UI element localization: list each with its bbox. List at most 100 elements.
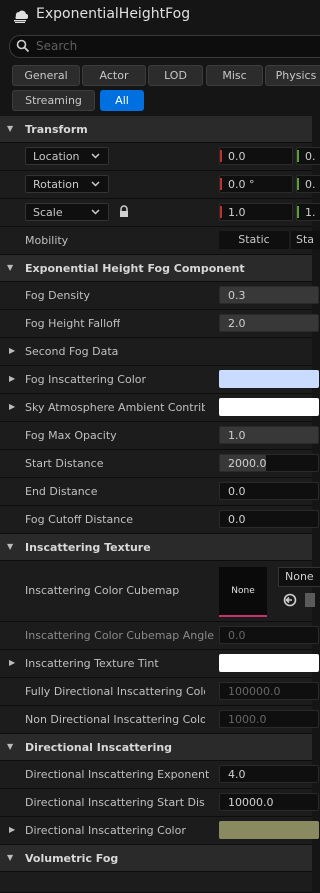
- directional-color-swatch[interactable]: [219, 821, 319, 839]
- dropdown-label: Scale: [33, 206, 63, 219]
- scale-dropdown[interactable]: Scale: [25, 203, 109, 221]
- dropdown-label: Rotation: [33, 178, 80, 191]
- value: 10000.0: [228, 796, 274, 809]
- collapse-arrow-icon: ▼: [7, 853, 14, 862]
- location-x-field[interactable]: 0.0: [219, 147, 293, 165]
- row-inscattering-color-cubemap: Inscattering Color Cubemap None None: [0, 561, 320, 622]
- filter-lod[interactable]: LOD: [148, 65, 203, 86]
- collapse-arrow-icon: ▼: [7, 742, 14, 751]
- row-location: Location 0.0 0.: [0, 143, 320, 171]
- dropdown-label: Location: [33, 150, 80, 163]
- collapse-arrow-icon: ▼: [7, 124, 14, 133]
- filter-actor[interactable]: Actor: [82, 65, 146, 86]
- value: 1.0: [228, 206, 246, 219]
- category-directional-inscattering[interactable]: ▼ Directional Inscattering: [0, 734, 312, 761]
- filter-all[interactable]: All: [100, 90, 144, 111]
- value: 0.3: [228, 289, 246, 302]
- property-label: Non Directional Inscattering Color...: [25, 713, 205, 726]
- expand-arrow-icon[interactable]: ▶: [9, 658, 15, 667]
- sky-ambient-color-swatch[interactable]: [219, 398, 319, 416]
- expand-arrow-icon[interactable]: ▶: [9, 374, 15, 383]
- scale-y-field[interactable]: 1.: [296, 203, 320, 221]
- fog-height-falloff-field[interactable]: 2.0: [219, 314, 319, 332]
- directional-start-distance-field[interactable]: 10000.0: [219, 793, 319, 811]
- row-fully-directional: Fully Directional Inscattering Colo... 1…: [0, 678, 319, 706]
- row-partial: [0, 872, 312, 893]
- category-label: Inscattering Texture: [25, 541, 151, 554]
- property-label: Fog Inscattering Color: [25, 373, 147, 386]
- location-dropdown[interactable]: Location: [25, 147, 109, 165]
- category-transform[interactable]: ▼ Transform: [0, 116, 312, 143]
- row-directional-start-distance: Directional Inscattering Start Dist... 1…: [0, 789, 319, 817]
- fog-inscattering-color-swatch[interactable]: [219, 370, 319, 388]
- combo-label: None: [285, 570, 314, 583]
- search-icon: [16, 39, 30, 53]
- row-fog-cutoff-distance: Fog Cutoff Distance 0.0: [0, 506, 319, 534]
- value: 0.0: [228, 629, 246, 642]
- value: 0.: [305, 178, 316, 191]
- cubemap-angle-field[interactable]: 0.0: [219, 626, 319, 644]
- value: 1.: [305, 206, 316, 219]
- filter-general[interactable]: General: [12, 65, 80, 86]
- value: 4.0: [228, 768, 246, 781]
- mobility-static-button[interactable]: Static: [219, 231, 289, 249]
- directional-exponent-field[interactable]: 4.0: [219, 765, 319, 783]
- row-second-fog-data[interactable]: ▶ Second Fog Data: [0, 338, 312, 366]
- title-bar: ExponentialHeightFog: [0, 0, 312, 31]
- start-distance-field[interactable]: 2000.0: [219, 454, 319, 472]
- cubemap-thumbnail[interactable]: None: [219, 567, 267, 617]
- category-fog-component[interactable]: ▼ Exponential Height Fog Component: [0, 255, 312, 282]
- category-volumetric-fog[interactable]: ▼ Volumetric Fog: [0, 845, 312, 872]
- filter-streaming[interactable]: Streaming: [12, 90, 95, 111]
- category-label: Exponential Height Fog Component: [25, 262, 245, 275]
- rotation-y-field[interactable]: 0.: [296, 175, 320, 193]
- property-label: Fully Directional Inscattering Colo...: [25, 685, 205, 698]
- scale-x-field[interactable]: 1.0: [219, 203, 293, 221]
- chevron-down-icon: [91, 153, 100, 159]
- property-label: Inscattering Color Cubemap Angle: [25, 629, 215, 642]
- category-inscattering-texture[interactable]: ▼ Inscattering Texture: [0, 534, 312, 561]
- row-end-distance: End Distance 0.0: [0, 478, 319, 506]
- row-fog-height-falloff: Fog Height Falloff 2.0: [0, 310, 319, 338]
- filter-physics[interactable]: Physics: [265, 65, 320, 86]
- row-sky-atmosphere-ambient: ▶ Sky Atmosphere Ambient Contrib...: [0, 394, 319, 422]
- use-selected-asset-icon[interactable]: [283, 593, 297, 607]
- browse-asset-icon[interactable]: [305, 593, 315, 607]
- fog-cutoff-distance-field[interactable]: 0.0: [219, 510, 319, 528]
- property-label: Directional Inscattering Color: [25, 824, 186, 837]
- chevron-down-icon: [91, 181, 100, 187]
- rotation-dropdown[interactable]: Rotation: [25, 175, 109, 193]
- search-input[interactable]: Search: [9, 35, 320, 58]
- row-fog-inscattering-color: ▶ Fog Inscattering Color: [0, 366, 319, 394]
- category-label: Volumetric Fog: [25, 852, 119, 865]
- property-label: Mobility: [25, 234, 69, 247]
- value: 0.0 °: [228, 178, 255, 191]
- lock-icon[interactable]: [118, 205, 130, 218]
- cubemap-asset-combo[interactable]: None: [278, 567, 320, 587]
- fully-directional-field[interactable]: 100000.0: [219, 682, 319, 700]
- rotation-x-field[interactable]: 0.0 °: [219, 175, 293, 193]
- value: 0.: [305, 150, 316, 163]
- texture-tint-swatch[interactable]: [219, 654, 319, 672]
- mobility-stationary-button[interactable]: Sta: [291, 231, 320, 249]
- fog-max-opacity-field[interactable]: 1.0: [219, 426, 319, 444]
- row-non-directional: Non Directional Inscattering Color... 10…: [0, 706, 319, 734]
- filter-misc[interactable]: Misc: [206, 65, 263, 86]
- expand-arrow-icon[interactable]: ▶: [9, 825, 15, 834]
- fog-density-field[interactable]: 0.3: [219, 286, 319, 304]
- property-label: Fog Max Opacity: [25, 429, 117, 442]
- row-rotation: Rotation 0.0 ° 0.: [0, 171, 320, 199]
- expand-arrow-icon[interactable]: ▶: [9, 402, 15, 411]
- end-distance-field[interactable]: 0.0: [219, 482, 319, 500]
- location-y-field[interactable]: 0.: [296, 147, 320, 165]
- row-start-distance: Start Distance 2000.0: [0, 450, 319, 478]
- non-directional-field[interactable]: 1000.0: [219, 710, 319, 728]
- value: 0.0: [228, 485, 246, 498]
- row-directional-exponent: Directional Inscattering Exponent 4.0: [0, 761, 319, 789]
- property-label: Inscattering Texture Tint: [25, 657, 159, 670]
- property-label: Directional Inscattering Start Dist...: [25, 796, 205, 809]
- property-label: Inscattering Color Cubemap: [25, 584, 180, 597]
- search-placeholder: Search: [36, 39, 78, 53]
- property-label: Fog Density: [25, 289, 90, 302]
- row-inscattering-texture-tint: ▶ Inscattering Texture Tint: [0, 650, 319, 678]
